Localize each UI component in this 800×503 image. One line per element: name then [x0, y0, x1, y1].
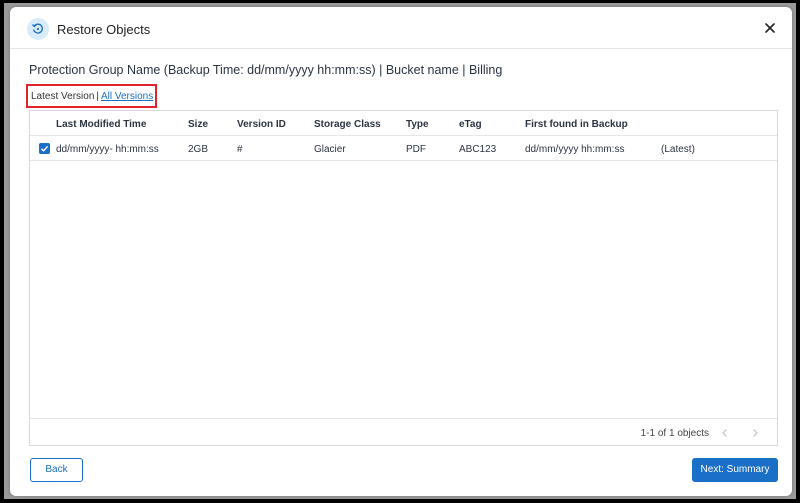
table-row[interactable]: dd/mm/yyyy- hh:mm:ss 2GB # Glacier PDF A…	[30, 136, 777, 161]
version-filter-highlight: Latest Version | All Versions	[26, 84, 157, 108]
latest-version-option[interactable]: Latest Version	[31, 91, 94, 102]
column-header-storage-class[interactable]: Storage Class	[314, 119, 381, 130]
cell-storage-class: Glacier	[314, 144, 346, 155]
column-header-first-found[interactable]: First found in Backup	[525, 119, 628, 130]
column-header-type[interactable]: Type	[406, 119, 429, 130]
column-header-size[interactable]: Size	[188, 119, 208, 130]
dialog-title: Restore Objects	[57, 22, 151, 37]
back-button[interactable]: Back	[30, 458, 83, 482]
next-summary-button[interactable]: Next: Summary	[692, 458, 778, 482]
objects-table: Last Modified Time Size Version ID Stora…	[29, 110, 778, 446]
checkmark-icon	[41, 145, 49, 152]
cell-last-modified: dd/mm/yyyy- hh:mm:ss	[56, 144, 159, 155]
cell-version-id: #	[237, 144, 243, 155]
row-checkbox[interactable]	[39, 143, 50, 154]
close-icon[interactable]	[762, 20, 778, 36]
chevron-right-icon[interactable]	[749, 426, 761, 438]
cell-latest-tag: (Latest)	[661, 144, 695, 155]
cell-etag: ABC123	[459, 144, 497, 155]
version-filter: Latest Version | All Versions	[31, 91, 153, 102]
cell-size: 2GB	[188, 144, 209, 155]
all-versions-link[interactable]: All Versions	[101, 91, 153, 102]
table-header: Last Modified Time Size Version ID Stora…	[30, 111, 777, 136]
column-header-etag[interactable]: eTag	[459, 119, 482, 130]
table-footer: 1-1 of 1 objects	[30, 418, 777, 445]
version-separator: |	[96, 91, 99, 102]
dialog-header: Restore Objects	[10, 7, 792, 49]
restore-objects-dialog: Restore Objects Protection Group Name (B…	[10, 7, 792, 496]
restore-icon	[27, 18, 49, 40]
pagination-status: 1-1 of 1 objects	[640, 428, 709, 439]
chevron-left-icon[interactable]	[719, 426, 731, 438]
context-title: Protection Group Name (Backup Time: dd/m…	[29, 63, 503, 77]
cell-first-found: dd/mm/yyyy hh:mm:ss	[525, 144, 625, 155]
column-header-version-id[interactable]: Version ID	[237, 119, 286, 130]
column-header-last-modified[interactable]: Last Modified Time	[56, 119, 146, 130]
cell-type: PDF	[406, 144, 426, 155]
